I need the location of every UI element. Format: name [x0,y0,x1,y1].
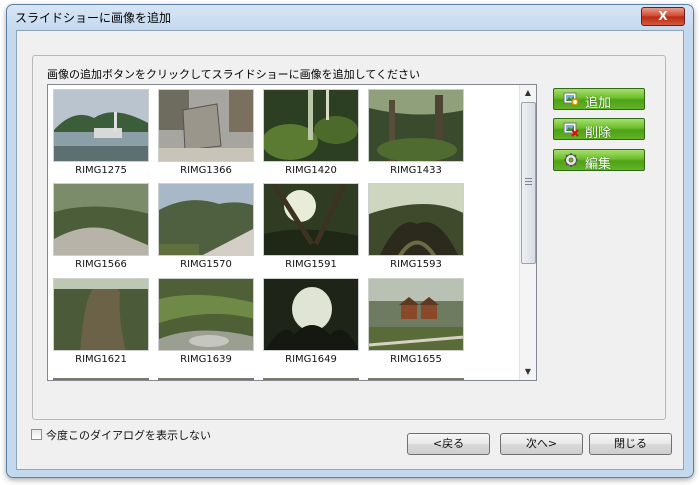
delete-image-icon [563,122,579,137]
image-groupbox: 画像の追加ボタンをクリックしてスライドショーに画像を追加してください RIMG1… [32,55,666,420]
scroll-up-arrow-icon[interactable]: ▲ [520,85,536,101]
close-button[interactable]: 閉じる [589,433,672,455]
image-thumbnail[interactable]: RIMG1570 [158,183,256,270]
thumbnail-label: RIMG1566 [75,259,127,270]
thumbnail-label: RIMG1593 [390,259,442,270]
image-thumbnail[interactable]: RIMG1649 [263,278,361,365]
thumbnail-image [53,183,149,256]
partial-thumbnail[interactable] [368,378,464,380]
thumbnail-image [53,278,149,351]
image-thumbnail[interactable]: RIMG1591 [263,183,361,270]
edit-button-label: 編集 [585,157,612,172]
image-thumbnail[interactable]: RIMG1621 [53,278,151,365]
image-thumbnail[interactable]: RIMG1566 [53,183,151,270]
partial-thumbnail[interactable] [263,378,359,380]
delete-button-label: 削除 [585,126,612,141]
partial-thumbnail[interactable] [53,378,149,380]
thumbnail-label: RIMG1275 [75,165,127,176]
image-thumbnail[interactable]: RIMG1433 [368,89,466,176]
scroll-down-arrow-icon[interactable]: ▼ [520,364,536,380]
delete-button[interactable]: 削除 [553,118,645,141]
thumbnail-label: RIMG1433 [390,165,442,176]
partial-thumbnail[interactable] [158,378,254,380]
image-thumbnail[interactable]: RIMG1275 [53,89,151,176]
instruction-text: 画像の追加ボタンをクリックしてスライドショーに画像を追加してください [47,68,421,81]
thumbnail-image [263,183,359,256]
dont-show-again-checkbox[interactable] [31,429,42,440]
image-thumbnail[interactable]: RIMG1420 [263,89,361,176]
vertical-scrollbar[interactable]: ▲ ▼ [519,85,536,380]
dialog-client-area: 画像の追加ボタンをクリックしてスライドショーに画像を追加してください RIMG1… [16,30,684,470]
thumbnail-image [263,278,359,351]
thumbnail-label: RIMG1621 [75,354,127,365]
thumbnail-image [53,89,149,162]
thumbnail-image [158,183,254,256]
gear-icon [564,153,578,167]
window-title: スライドショーに画像を追加 [15,11,172,25]
dont-show-again-label: 今度このダイアログを表示しない [46,429,211,442]
next-button[interactable]: 次へ> [500,433,583,455]
thumbnail-image [158,89,254,162]
thumbnail-label: RIMG1570 [180,259,232,270]
thumbnail-label: RIMG1639 [180,354,232,365]
add-button-label: 追加 [585,96,612,111]
image-thumbnail[interactable]: RIMG1593 [368,183,466,270]
thumbnail-image [368,278,464,351]
image-thumbnail[interactable]: RIMG1655 [368,278,466,365]
scrollbar-thumb[interactable] [521,102,536,264]
thumbnail-label: RIMG1420 [285,165,337,176]
thumbnail-image [263,89,359,162]
dialog-window: スライドショーに画像を追加 X 画像の追加ボタンをクリックしてスライドショーに画… [6,4,694,478]
thumbnail-label: RIMG1591 [285,259,337,270]
add-image-icon [563,92,579,106]
thumbnail-label: RIMG1649 [285,354,337,365]
add-button[interactable]: 追加 [553,88,645,111]
close-window-button[interactable]: X [641,7,685,26]
image-thumbnail[interactable]: RIMG1639 [158,278,256,365]
back-button[interactable]: <戻る [407,433,490,455]
thumbnail-image [368,89,464,162]
thumbnail-image [368,183,464,256]
image-list[interactable]: RIMG1275 RIMG1366 RIMG1420 RIMG1433 RIMG1566… [47,84,537,381]
thumbnail-image [158,278,254,351]
thumbnail-label: RIMG1655 [390,354,442,365]
edit-button[interactable]: 編集 [553,149,645,172]
image-thumbnail[interactable]: RIMG1366 [158,89,256,176]
thumbnail-label: RIMG1366 [180,165,232,176]
